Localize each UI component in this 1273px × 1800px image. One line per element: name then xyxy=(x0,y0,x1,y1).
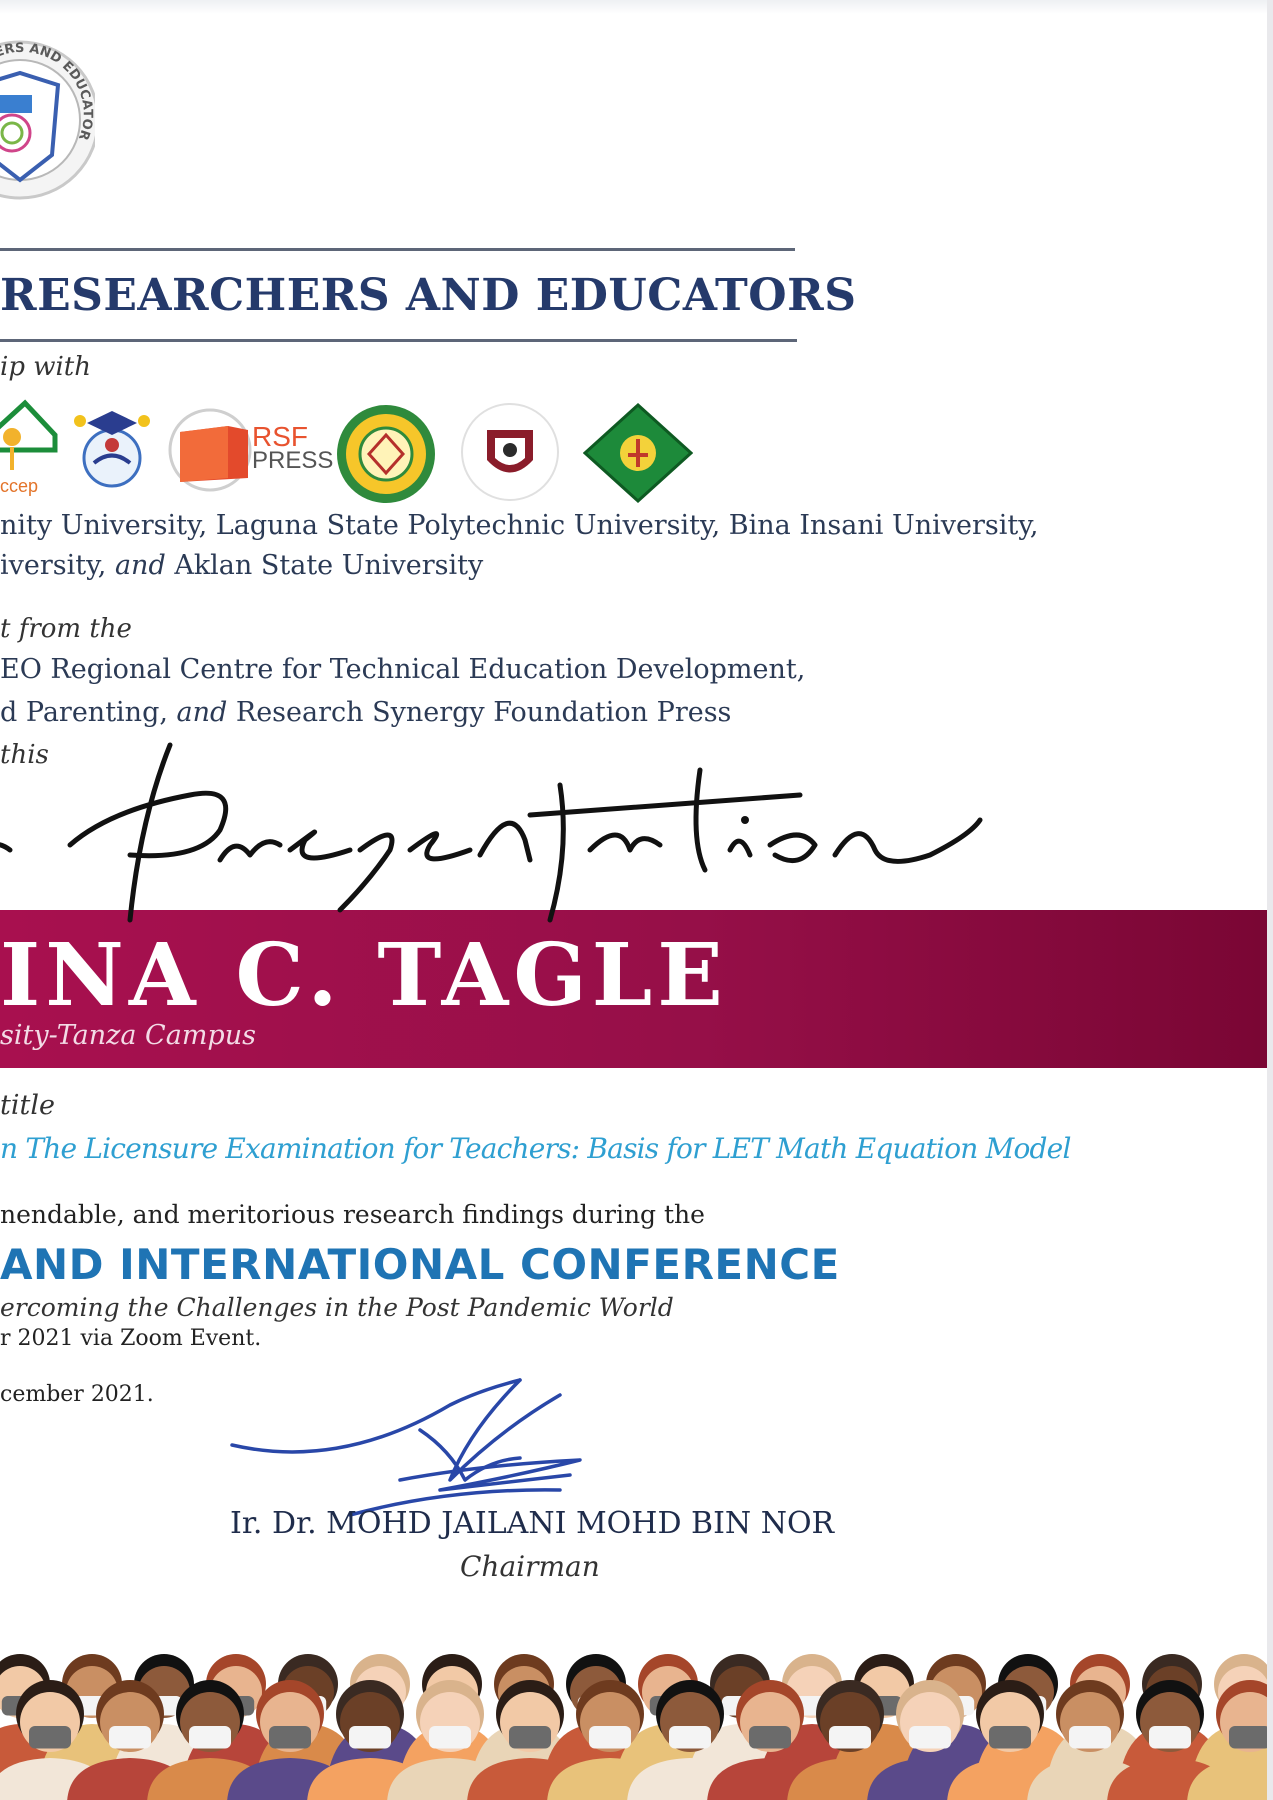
page-edge xyxy=(1267,0,1273,1800)
conference-theme: ercoming the Challenges in the Post Pand… xyxy=(0,1293,674,1322)
support-and: and xyxy=(176,697,228,728)
organization-seal: RESEARCHERS AND EDUCATORS, Inc. xyxy=(0,15,95,200)
support-line-1: EO Regional Centre for Technical Educati… xyxy=(0,654,806,685)
recipient-campus: sity-Tanza Campus xyxy=(0,1020,256,1051)
recipient-name: INA C. TAGLE xyxy=(0,925,728,1026)
paper-label: title xyxy=(0,1090,55,1121)
partner-logo-diamond-icon xyxy=(583,403,693,503)
certificate-script-title xyxy=(0,742,983,923)
support-line-2a: d Parenting, xyxy=(0,697,177,728)
rsf-press-label: RSF PRESS xyxy=(252,421,334,474)
universities-line-2: iversity, and Aklan State University xyxy=(0,550,483,581)
paper-title: n The Licensure Examination for Teachers… xyxy=(0,1132,1071,1165)
universities-line-1: nity University, Laguna State Polytechni… xyxy=(0,510,1039,541)
organization-name: RESEARCHERS AND EDUCATORS xyxy=(0,270,857,321)
top-rule-2 xyxy=(0,339,797,342)
conference-name: AND INTERNATIONAL CONFERENCE xyxy=(0,1240,840,1289)
conference-venue: r 2021 via Zoom Event. xyxy=(0,1326,262,1351)
support-line-2b: Research Synergy Foundation Press xyxy=(227,697,732,728)
crowd-illustration xyxy=(0,1654,1267,1800)
partnership-intro: ip with xyxy=(0,352,91,382)
signatory-name: Ir. Dr. MOHD JAILANI MOHD BIN NOR xyxy=(230,1506,835,1541)
partner-logo-university-seal-icon xyxy=(337,405,435,503)
rsf-label: RSF xyxy=(252,421,308,452)
signature xyxy=(230,1378,582,1517)
press-label: PRESS xyxy=(252,447,334,474)
partner-logo-angel-university-icon xyxy=(461,403,559,501)
svg-text:ccep: ccep xyxy=(0,476,38,496)
signatory-role: Chairman xyxy=(460,1550,600,1583)
given-date: cember 2021. xyxy=(0,1382,154,1407)
partner-logo-house-icon: ccep xyxy=(0,399,58,496)
page-top-shade xyxy=(0,0,1267,14)
partner-logo-rsf-icon xyxy=(168,408,252,492)
recognition-text: nendable, and meritorious research findi… xyxy=(0,1200,705,1229)
universities-line-2b: Aklan State University xyxy=(165,550,484,581)
universities-and: and xyxy=(114,550,166,581)
top-rule-1 xyxy=(0,248,795,251)
support-line-2: d Parenting, and Research Synergy Founda… xyxy=(0,697,731,728)
partner-logo-graduate-icon xyxy=(74,411,150,488)
universities-line-2a: iversity, xyxy=(0,550,115,581)
support-intro: t from the xyxy=(0,614,132,644)
partner-logos: ccep RSF PRESS xyxy=(0,395,700,505)
